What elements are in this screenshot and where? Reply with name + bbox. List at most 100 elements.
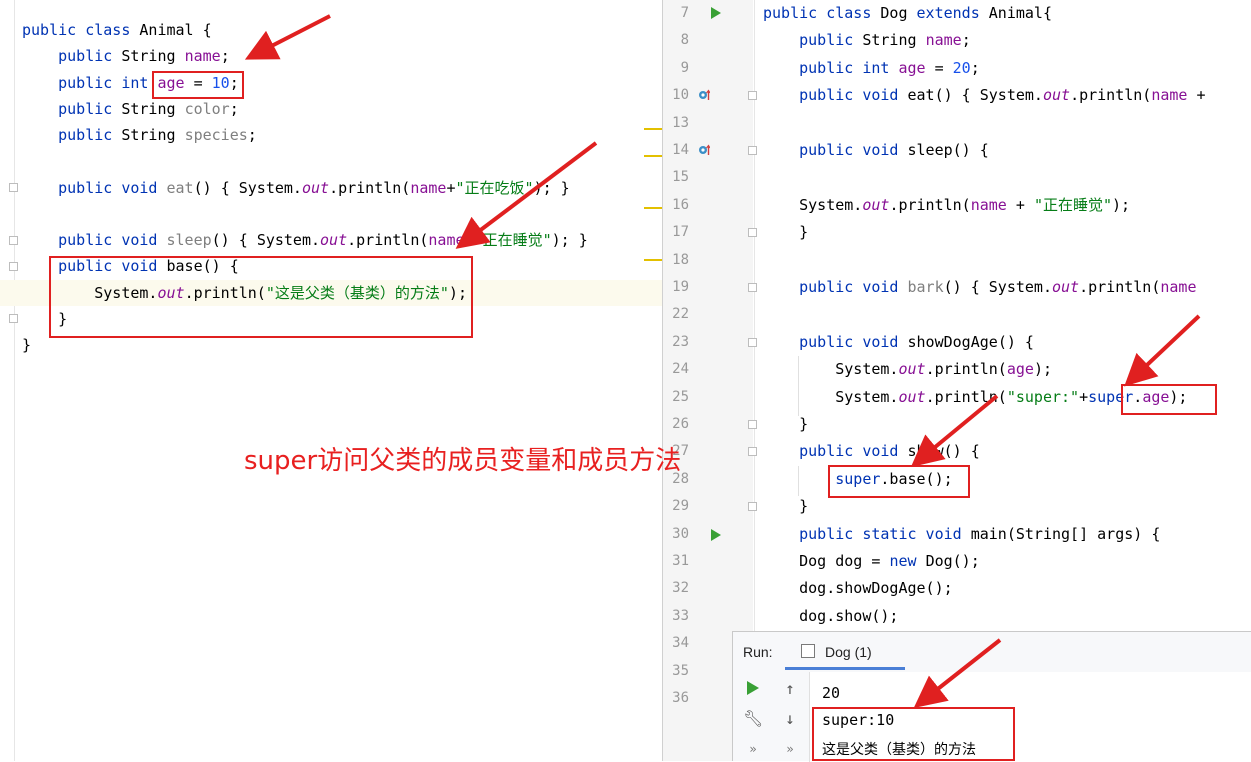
code-token: name xyxy=(1160,278,1197,296)
code-token: public xyxy=(22,126,122,144)
code-token: System. xyxy=(763,360,899,378)
line-number: 24 xyxy=(672,361,689,377)
change-marker xyxy=(644,207,662,209)
line-number: 33 xyxy=(672,608,689,624)
code-token: out xyxy=(320,231,348,249)
run-header: Run: Dog (1) xyxy=(733,632,1251,672)
code-token: ); xyxy=(1033,360,1052,378)
line-number: 16 xyxy=(672,197,689,213)
more-actions-button-2[interactable]: » xyxy=(780,740,800,758)
line-number: 26 xyxy=(672,416,689,432)
code-token: dog.showDogAge(); xyxy=(763,579,953,597)
highlight-box-base-method xyxy=(49,256,473,338)
code-line: } xyxy=(22,334,31,356)
fold-toggle[interactable] xyxy=(748,502,757,511)
code-token: ; xyxy=(220,47,230,65)
code-token: public static void xyxy=(763,525,971,543)
code-token: public void xyxy=(763,442,908,460)
code-line: public int age = 20; xyxy=(763,57,980,79)
code-token: () { xyxy=(943,442,980,460)
fold-toggle[interactable] xyxy=(748,420,757,429)
line-number: 32 xyxy=(672,580,689,596)
run-class-icon[interactable] xyxy=(711,7,721,19)
animal-editor-pane[interactable]: public class Animal { public String name… xyxy=(0,0,662,761)
code-token: name xyxy=(428,231,465,249)
code-line: Dog dog = new Dog(); xyxy=(763,550,980,572)
code-token: age xyxy=(1006,360,1034,378)
run-tab-dog[interactable]: Dog (1) xyxy=(785,632,905,670)
code-token: .println( xyxy=(925,388,1007,406)
code-token: ; xyxy=(961,31,971,49)
code-line: public void eat() { System.out.println(n… xyxy=(763,84,1206,106)
code-token: + xyxy=(1187,86,1206,104)
console-line: 20 xyxy=(822,684,841,702)
line-number: 25 xyxy=(672,389,689,405)
code-token: () { xyxy=(952,141,989,159)
highlight-box-super-age xyxy=(1121,384,1217,415)
rerun-button[interactable] xyxy=(743,680,763,700)
code-token: + xyxy=(1079,388,1089,406)
code-token: name xyxy=(410,179,447,197)
code-token: "正在吃饭" xyxy=(455,179,534,197)
code-token: out xyxy=(1052,278,1080,296)
change-marker xyxy=(644,128,662,130)
code-token: .println( xyxy=(1079,278,1161,296)
code-token: public xyxy=(22,100,122,118)
line-number: 9 xyxy=(680,60,689,76)
code-token: = xyxy=(925,59,953,77)
code-token: .println( xyxy=(925,360,1007,378)
code-token: } xyxy=(22,336,32,354)
code-token: name xyxy=(1151,86,1188,104)
line-number: 8 xyxy=(680,32,689,48)
code-token: { xyxy=(220,179,239,197)
code-token: public class xyxy=(22,21,140,39)
code-token: ; xyxy=(247,126,257,144)
run-main-icon[interactable] xyxy=(711,529,721,541)
fold-toggle-base-end[interactable] xyxy=(9,314,18,323)
code-token: .println( xyxy=(347,231,429,249)
code-token: (String[] args) { xyxy=(1006,525,1161,543)
more-actions-button[interactable]: » xyxy=(743,740,763,758)
code-line: dog.showDogAge(); xyxy=(763,577,953,599)
line-number: 36 xyxy=(672,690,689,706)
line-number: 7 xyxy=(680,5,689,21)
scroll-down-button[interactable]: ↓ xyxy=(780,710,800,728)
chevron-double-icon: » xyxy=(786,742,794,756)
line-number: 23 xyxy=(672,334,689,350)
highlight-box-output xyxy=(812,707,1015,761)
fold-toggle[interactable] xyxy=(748,228,757,237)
console-tab-icon xyxy=(801,644,815,658)
code-token: public class xyxy=(763,4,881,22)
code-token: out xyxy=(898,360,926,378)
code-token: color xyxy=(184,100,230,118)
code-token: System. xyxy=(988,278,1052,296)
fold-toggle-eat[interactable] xyxy=(9,183,18,192)
code-token: Dog xyxy=(880,4,917,22)
settings-button[interactable]: 🔧︎ xyxy=(743,710,763,728)
fold-toggle[interactable] xyxy=(748,447,757,456)
code-token: { xyxy=(238,231,257,249)
scroll-up-button[interactable]: ↑ xyxy=(780,680,800,698)
code-line: } xyxy=(763,413,808,435)
line-number: 10 xyxy=(672,87,689,103)
code-token: } xyxy=(763,497,809,515)
fold-toggle[interactable] xyxy=(748,146,757,155)
override-method-icon[interactable] xyxy=(698,89,710,101)
wrench-icon: 🔧︎ xyxy=(743,709,764,728)
code-token: + xyxy=(1006,196,1034,214)
line-number: 30 xyxy=(672,526,689,542)
fold-toggle[interactable] xyxy=(748,338,757,347)
code-token: .println( xyxy=(329,179,411,197)
code-token: public int xyxy=(763,59,899,77)
fold-toggle-sleep[interactable] xyxy=(9,236,18,245)
fold-toggle[interactable] xyxy=(748,283,757,292)
code-token: eat xyxy=(166,179,194,197)
override-method-icon[interactable] xyxy=(698,144,710,156)
fold-toggle[interactable] xyxy=(748,91,757,100)
line-number: 34 xyxy=(672,635,689,651)
code-token: Animal{ xyxy=(988,4,1052,22)
annotation-caption: super访问父类的成员变量和成员方法 xyxy=(244,446,682,476)
fold-toggle-base[interactable] xyxy=(9,262,18,271)
code-token: age xyxy=(898,59,926,77)
code-token: + xyxy=(464,231,474,249)
